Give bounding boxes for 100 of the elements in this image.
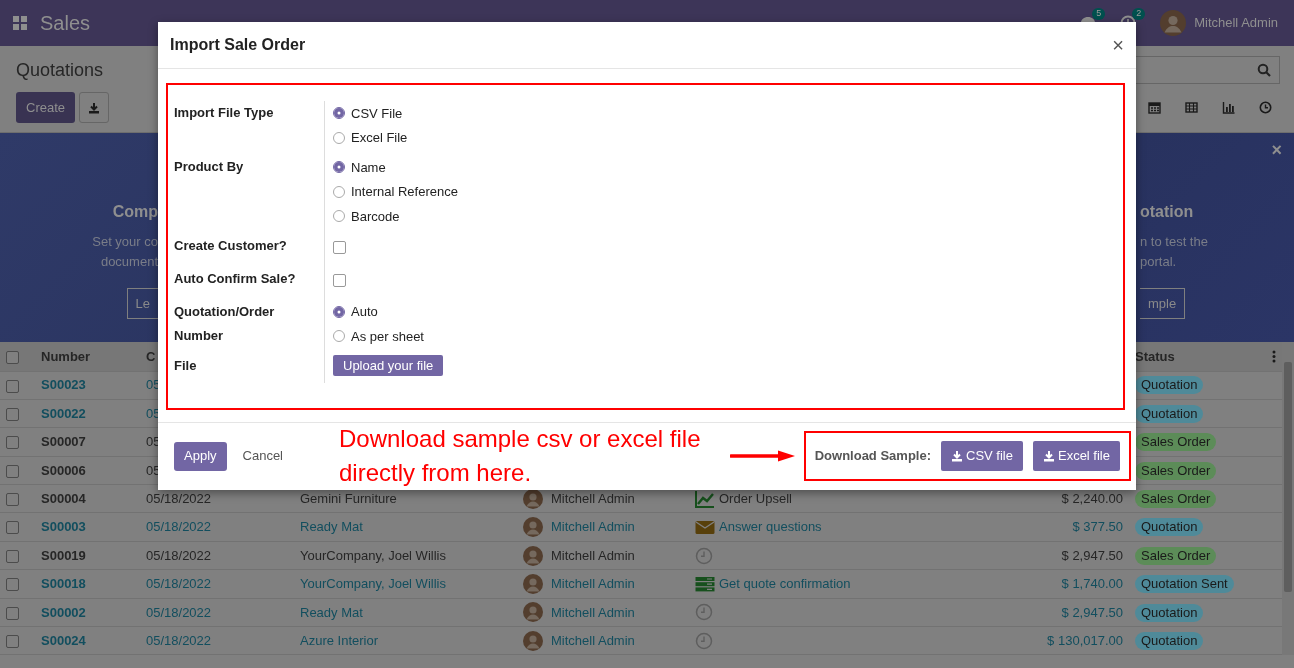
field-label: Create Customer?	[174, 233, 325, 267]
avatar[interactable]	[1160, 10, 1187, 36]
download-button[interactable]	[79, 92, 110, 123]
radio-button[interactable]	[333, 107, 345, 120]
row-checkbox[interactable]	[6, 436, 19, 450]
radio-button[interactable]	[333, 185, 345, 198]
order-number[interactable]: S00023	[41, 377, 86, 393]
dialog-title: Import Sale Order	[170, 35, 306, 55]
order-number[interactable]: S00018	[41, 576, 86, 592]
annotation-text: Download sample csv or excel file directly from here.	[339, 424, 702, 488]
option-label[interactable]: Excel File	[351, 128, 408, 148]
select-all-checkbox[interactable]	[6, 350, 19, 364]
bar-chart-icon[interactable]	[1222, 101, 1235, 114]
row-checkbox[interactable]	[6, 549, 19, 563]
row-checkbox[interactable]	[6, 493, 19, 507]
scrollbar[interactable]	[1282, 342, 1294, 656]
download-icon	[1042, 450, 1055, 462]
date-text: 05/18/2022	[146, 519, 212, 535]
list-icon[interactable]	[695, 575, 715, 592]
radio-button[interactable]	[333, 131, 345, 144]
download-icon	[951, 450, 963, 462]
more-options-icon[interactable]	[1272, 349, 1276, 363]
envelope-icon[interactable]	[695, 519, 715, 536]
total-amount: $ 1,740.00	[1061, 576, 1123, 592]
order-number[interactable]: S00007	[41, 434, 86, 450]
row-checkbox[interactable]	[6, 521, 19, 535]
salesperson-name: Mitchell Admin	[551, 575, 635, 594]
avatar	[523, 573, 543, 594]
radio-button[interactable]	[333, 161, 345, 174]
close-button[interactable]: ×	[1112, 35, 1124, 55]
order-number[interactable]: S00019	[41, 547, 86, 563]
status-tag: Sales Order	[1135, 461, 1217, 480]
date-text: 05/18/2022	[146, 604, 212, 620]
order-number[interactable]: S00004	[41, 491, 86, 506]
row-checkbox[interactable]	[6, 635, 19, 648]
date-text: 05/18/2022	[146, 491, 212, 506]
row-checkbox[interactable]	[6, 379, 19, 393]
apply-button[interactable]: Apply	[174, 441, 227, 471]
column-header[interactable]: Status	[1135, 346, 1175, 366]
row-checkbox[interactable]	[6, 606, 19, 620]
date-text: 05/18/2022	[146, 632, 212, 648]
order-number[interactable]: S00024	[41, 632, 86, 648]
salesperson-name: Mitchell Admin	[551, 546, 635, 565]
row-checkbox[interactable]	[6, 407, 19, 421]
customer-name: YourCompany, Joel Willis	[300, 576, 446, 592]
status-tag: Quotation Sent	[1135, 575, 1234, 594]
status-tag: Sales Order	[1135, 546, 1217, 565]
scrollbar-thumb[interactable]	[1284, 362, 1292, 592]
order-number[interactable]: S00003	[41, 519, 86, 535]
radio-button[interactable]	[333, 305, 345, 318]
avatar	[523, 545, 543, 566]
count-badge: 2	[1132, 8, 1146, 20]
download-label: Download Sample:	[814, 447, 931, 466]
row-checkbox[interactable]	[6, 464, 19, 478]
app-name[interactable]: Sales	[40, 8, 91, 38]
calendar-icon[interactable]	[1148, 101, 1161, 114]
cancel-button[interactable]: Cancel	[242, 446, 283, 466]
checkbox[interactable]	[333, 274, 346, 287]
banner-title: Comp	[112, 202, 158, 222]
create-button[interactable]: Create	[16, 92, 76, 123]
order-number[interactable]: S00002	[41, 604, 86, 620]
download-button[interactable]: Excel file	[1032, 441, 1120, 471]
option-label[interactable]: As per sheet	[351, 326, 424, 346]
apps-menu-icon[interactable]	[12, 15, 28, 31]
option-label[interactable]: Internal Reference	[351, 182, 458, 202]
close-button[interactable]: ×	[1271, 137, 1282, 164]
checkbox[interactable]	[333, 241, 346, 254]
table-icon[interactable]	[1185, 101, 1198, 114]
status-tag: Quotation	[1135, 518, 1204, 537]
banner-text: portal.	[1140, 253, 1177, 271]
annotation-arrow	[729, 450, 796, 462]
option-label[interactable]: Barcode	[351, 206, 400, 226]
salesperson-name: Mitchell Admin	[551, 518, 635, 537]
banner-button[interactable]: mple	[1140, 288, 1186, 319]
upload-button[interactable]: Upload your file	[333, 355, 444, 376]
radio-button[interactable]	[333, 210, 345, 223]
date-text: 05/18/2022	[146, 576, 212, 592]
search-icon[interactable]	[1257, 63, 1271, 77]
column-header[interactable]: C	[146, 348, 156, 364]
order-number[interactable]: S00006	[41, 462, 86, 478]
avatar	[523, 630, 543, 651]
avatar	[523, 602, 543, 623]
user-name[interactable]: Mitchell Admin	[1194, 13, 1278, 33]
order-number[interactable]: S00022	[41, 405, 86, 421]
download-button[interactable]: CSV file	[941, 441, 1023, 471]
row-checkbox[interactable]	[6, 578, 19, 592]
customer-name: Azure Interior	[300, 632, 379, 648]
chart-icon[interactable]	[695, 489, 715, 508]
banner-text: n to test the	[1140, 233, 1208, 251]
option-label[interactable]: CSV File	[351, 103, 403, 123]
field-label: Auto Confirm Sale?	[174, 266, 325, 300]
banner-title: otation	[1140, 202, 1194, 222]
avatar	[523, 517, 543, 538]
option-label[interactable]: Auto	[351, 302, 378, 322]
option-label[interactable]: Name	[351, 157, 386, 177]
radio-button[interactable]	[333, 330, 345, 343]
banner-text: Set your co	[92, 233, 158, 251]
total-amount: $ 2,240.00	[1061, 491, 1123, 506]
clock-icon[interactable]	[1259, 101, 1272, 114]
salesperson-name: Mitchell Admin	[551, 631, 635, 650]
